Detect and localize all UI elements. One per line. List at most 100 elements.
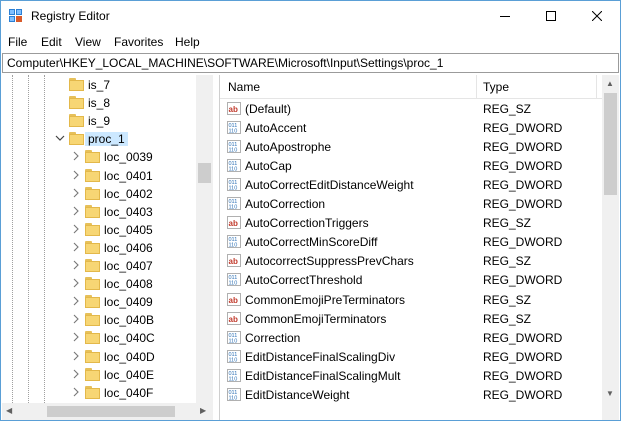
- binary-value-icon: 011 110: [227, 235, 241, 249]
- folder-icon: [85, 204, 101, 219]
- title-bar[interactable]: Registry Editor: [1, 1, 620, 31]
- tree-item[interactable]: loc_040F: [2, 384, 202, 402]
- list-vertical-scrollbar[interactable]: ▲ ▼: [602, 75, 619, 403]
- scroll-left-icon[interactable]: ◀: [6, 406, 12, 416]
- expand-chevron-icon[interactable]: [71, 242, 81, 254]
- tree-horizontal-scroll-thumb[interactable]: [47, 406, 175, 417]
- expand-chevron-icon[interactable]: [71, 351, 81, 363]
- tree-item[interactable]: loc_0407: [2, 257, 202, 275]
- string-value-icon: ab: [227, 311, 241, 325]
- expand-chevron-icon[interactable]: [71, 170, 81, 182]
- expand-chevron-icon[interactable]: [71, 296, 81, 308]
- value-row[interactable]: 011 110 AutoCap REG_DWORD: [220, 156, 602, 175]
- tree-guide-line: [44, 75, 45, 403]
- tree-item[interactable]: loc_0406: [2, 239, 202, 257]
- column-header-type[interactable]: Type: [483, 80, 509, 94]
- value-row[interactable]: 011 110 Correction REG_DWORD: [220, 328, 602, 347]
- tree-item[interactable]: proc_1: [2, 130, 202, 148]
- close-button[interactable]: [574, 1, 620, 31]
- value-name: AutocorrectSuppressPrevChars: [245, 254, 414, 269]
- minimize-icon: [500, 16, 510, 17]
- value-row[interactable]: 011 110 EditDistanceFinalScalingMult REG_DW…: [220, 366, 602, 385]
- scroll-down-icon[interactable]: ▼: [606, 389, 614, 399]
- column-header-name[interactable]: Name: [228, 80, 260, 94]
- value-name: CommonEmojiPreTerminators: [245, 292, 406, 307]
- value-name: Correction: [245, 330, 301, 345]
- menu-file[interactable]: File: [8, 35, 27, 49]
- list-vertical-scroll-thumb[interactable]: [604, 93, 617, 195]
- tree-item[interactable]: loc_0401: [2, 167, 202, 185]
- address-path[interactable]: Computer\HKEY_LOCAL_MACHINE\SOFTWARE\Mic…: [7, 56, 443, 70]
- expand-chevron-icon[interactable]: [71, 206, 81, 218]
- value-row[interactable]: 011 110 AutoApostrophe REG_DWORD: [220, 137, 602, 156]
- value-row[interactable]: ab AutocorrectSuppressPrevChars REG_SZ: [220, 251, 602, 270]
- value-row[interactable]: 011 110 AutoCorrectMinScoreDiff REG_DWORD: [220, 232, 602, 251]
- expand-chevron-icon[interactable]: [71, 387, 81, 399]
- value-row[interactable]: 011 110 AutoCorrection REG_DWORD: [220, 194, 602, 213]
- svg-text:ab: ab: [229, 105, 238, 114]
- minimize-button[interactable]: [482, 1, 528, 31]
- tree-vertical-scrollbar[interactable]: [196, 75, 213, 403]
- binary-value-icon: 011 110: [227, 330, 241, 344]
- value-row[interactable]: ab AutoCorrectionTriggers REG_SZ: [220, 213, 602, 232]
- tree-item[interactable]: loc_040C: [2, 329, 202, 347]
- menu-favorites[interactable]: Favorites: [114, 35, 163, 49]
- key-tree[interactable]: is_7 is_8 is_9 proc_1 loc_0039 loc_0401 loc_04…: [2, 75, 213, 403]
- scroll-right-icon[interactable]: ▶: [200, 406, 206, 416]
- tree-item[interactable]: loc_040D: [2, 348, 202, 366]
- value-row[interactable]: 011 110 EditDistanceWeight REG_DWORD: [220, 385, 602, 404]
- tree-item[interactable]: loc_0402: [2, 185, 202, 203]
- value-row[interactable]: ab CommonEmojiPreTerminators REG_SZ: [220, 290, 602, 309]
- tree-item[interactable]: loc_0039: [2, 148, 202, 166]
- expand-chevron-icon[interactable]: [71, 260, 81, 272]
- menu-edit[interactable]: Edit: [41, 35, 62, 49]
- value-type: REG_DWORD: [483, 140, 563, 155]
- tree-vertical-scroll-thumb[interactable]: [198, 163, 211, 183]
- tree-item[interactable]: loc_0409: [2, 293, 202, 311]
- menu-view[interactable]: View: [75, 35, 101, 49]
- value-row[interactable]: 011 110 AutoCorrectThreshold REG_DWORD: [220, 270, 602, 289]
- svg-text:110: 110: [229, 186, 238, 192]
- tree-item[interactable]: is_9: [2, 112, 202, 130]
- tree-item-label: loc_040B: [104, 313, 155, 328]
- value-row[interactable]: 011 110 AutoAccent REG_DWORD: [220, 118, 602, 137]
- value-row[interactable]: 011 110 AutoCorrectEditDistanceWeight REG_D…: [220, 175, 602, 194]
- expand-chevron-icon[interactable]: [71, 278, 81, 290]
- value-row[interactable]: ab CommonEmojiTerminators REG_SZ: [220, 309, 602, 328]
- column-divider[interactable]: [596, 75, 597, 99]
- binary-value-icon: 011 110: [227, 178, 241, 192]
- svg-text:ab: ab: [229, 315, 238, 324]
- value-type: REG_SZ: [483, 102, 532, 116]
- value-type: REG_SZ: [483, 292, 532, 307]
- expand-chevron-icon[interactable]: [71, 332, 81, 344]
- expand-chevron-icon[interactable]: [71, 188, 81, 200]
- tree-item[interactable]: is_7: [2, 76, 202, 94]
- tree-item[interactable]: loc_0403: [2, 203, 202, 221]
- tree-item[interactable]: is_8: [2, 94, 202, 112]
- value-row[interactable]: ab (Default) REG_SZ: [220, 99, 602, 118]
- tree-horizontal-scrollbar[interactable]: ◀ ▶: [2, 403, 213, 420]
- collapse-chevron-icon[interactable]: [55, 133, 65, 145]
- svg-text:110: 110: [229, 357, 238, 363]
- tree-item[interactable]: loc_0408: [2, 275, 202, 293]
- menu-help[interactable]: Help: [175, 35, 200, 49]
- folder-icon: [85, 295, 101, 309]
- value-row[interactable]: 011 110 EditDistanceFinalScalingDiv REG_DWO…: [220, 347, 602, 366]
- address-bar[interactable]: Computer\HKEY_LOCAL_MACHINE\SOFTWARE\Mic…: [2, 53, 619, 73]
- column-divider[interactable]: [476, 75, 477, 99]
- value-name: EditDistanceFinalScalingMult: [245, 368, 401, 383]
- value-type: REG_DWORD: [483, 235, 563, 250]
- value-list[interactable]: Name Type ab (Default) REG_SZ 011 110 AutoAcc…: [219, 75, 602, 420]
- tree-item[interactable]: loc_040B: [2, 311, 202, 329]
- expand-chevron-icon[interactable]: [71, 314, 81, 326]
- expand-chevron-icon[interactable]: [71, 151, 81, 163]
- tree-item-label: loc_040C: [104, 331, 155, 346]
- scroll-up-icon[interactable]: ▲: [606, 79, 614, 89]
- tree-item[interactable]: loc_0405: [2, 221, 202, 239]
- maximize-button[interactable]: [528, 1, 574, 31]
- folder-icon: [85, 349, 101, 364]
- tree-item[interactable]: loc_040E: [2, 366, 202, 384]
- expand-chevron-icon[interactable]: [71, 369, 81, 381]
- value-name: AutoAccent: [245, 121, 307, 136]
- expand-chevron-icon[interactable]: [71, 224, 81, 236]
